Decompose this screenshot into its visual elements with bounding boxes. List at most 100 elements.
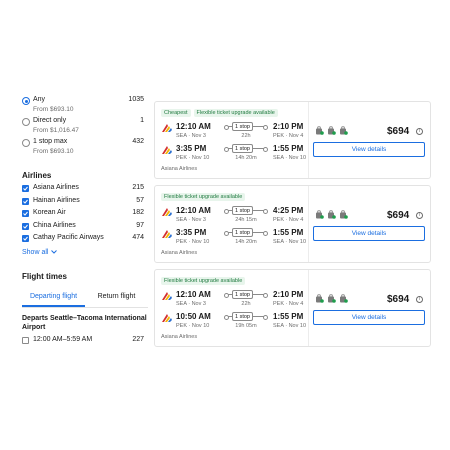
stops-option-count: 432 bbox=[132, 138, 144, 145]
airline-filter-item[interactable]: Cathay Pacific Airways 474 bbox=[22, 234, 148, 247]
baggage-icons bbox=[315, 294, 348, 303]
time-slot-label: 12:00 AM–5:59 AM bbox=[33, 335, 93, 343]
flight-result-card[interactable]: Flexible ticket upgrade available 12:10 A… bbox=[154, 185, 431, 263]
airline-filter-item[interactable]: Asiana Airlines 215 bbox=[22, 184, 148, 197]
flight-duration: 24h 15m bbox=[235, 217, 257, 223]
stops-option-any[interactable]: Any From $693.10 1035 bbox=[22, 96, 148, 117]
stop-count: 1 stop bbox=[232, 312, 253, 321]
time-slot-item[interactable]: 12:00 AM–5:59 AM 227 bbox=[22, 336, 148, 349]
flight-segment: 3:35 PM PEK · Nov 10 1 stop 14h 20m 1:55 PM S… bbox=[161, 228, 307, 248]
airline-filter-count: 57 bbox=[136, 196, 144, 204]
tab-departing-flight[interactable]: Departing flight bbox=[22, 288, 85, 307]
fee-bag-icon bbox=[340, 210, 348, 219]
flight-segment: 12:10 AM SEA · Nov 3 1 stop 24h 15m 4:25 PM P… bbox=[161, 206, 307, 226]
flight-duration: 14h 20m bbox=[235, 155, 257, 161]
departure-time: 10:50 AM bbox=[176, 312, 211, 321]
flight-segment: 3:35 PM PEK · Nov 10 1 stop 14h 20m 1:55 PM S… bbox=[161, 144, 307, 164]
card-divider bbox=[308, 102, 309, 178]
asiana-logo-icon bbox=[162, 146, 172, 154]
cabin-bag-icon bbox=[316, 210, 324, 219]
checked-bag-icon bbox=[328, 126, 336, 135]
airline-name: Asiana Airlines bbox=[161, 250, 198, 256]
departure-time: 12:10 AM bbox=[176, 290, 211, 299]
airline-name: Asiana Airlines bbox=[161, 334, 198, 340]
flight-result-card[interactable]: Cheapest Flexible ticket upgrade availabl… bbox=[154, 101, 431, 179]
stops-option-price: From $1,016.47 bbox=[33, 127, 79, 134]
departure-airport-date: SEA · Nov 3 bbox=[176, 301, 206, 307]
airline-name: Asiana Airlines bbox=[161, 166, 198, 172]
card-divider bbox=[308, 270, 309, 346]
asiana-logo-icon bbox=[162, 314, 172, 322]
stop-count: 1 stop bbox=[232, 206, 253, 215]
checkbox[interactable] bbox=[22, 336, 29, 344]
stops-option-label: 1 stop max bbox=[33, 138, 68, 145]
baggage-icons bbox=[315, 210, 348, 219]
stop-count: 1 stop bbox=[232, 228, 253, 237]
arrival-airport-date: SEA · Nov 10 bbox=[273, 239, 307, 245]
view-details-button[interactable]: View details bbox=[313, 142, 425, 157]
airline-filter-item[interactable]: Hainan Airlines 57 bbox=[22, 197, 148, 210]
chevron-down-icon bbox=[51, 250, 58, 254]
checkbox[interactable] bbox=[22, 210, 29, 217]
baggage-icons bbox=[315, 126, 348, 135]
badge-group: Cheapest Flexible ticket upgrade availabl… bbox=[161, 109, 278, 117]
checkbox[interactable] bbox=[22, 222, 29, 230]
asiana-logo-icon bbox=[162, 230, 172, 238]
stop-count: 1 stop bbox=[232, 122, 253, 131]
stops-option-count: 1 bbox=[140, 117, 144, 124]
flight-times-title: Flight times bbox=[22, 271, 67, 281]
airlines-title: Airlines bbox=[22, 171, 52, 180]
stops-option-label: Direct only bbox=[33, 117, 67, 124]
airline-filter-label: China Airlines bbox=[33, 221, 76, 229]
flight-segment: 12:10 AM SEA · Nov 3 1 stop 22h 2:10 PM PEK ·… bbox=[161, 290, 307, 310]
checkbox[interactable] bbox=[22, 185, 29, 192]
arrival-time: 4:25 PM bbox=[273, 206, 304, 215]
stops-option-1-stop[interactable]: 1 stop max From $693.10 432 bbox=[22, 138, 148, 159]
radio-button[interactable] bbox=[22, 97, 30, 105]
departure-airport-date: SEA · Nov 3 bbox=[176, 133, 206, 139]
show-all-airlines-link[interactable]: Show all bbox=[22, 249, 148, 256]
stops-option-direct[interactable]: Direct only From $1,016.47 1 bbox=[22, 117, 148, 138]
stops-option-label: Any bbox=[33, 96, 46, 103]
info-icon[interactable]: i bbox=[416, 212, 423, 219]
departure-airport-date: PEK · Nov 10 bbox=[176, 323, 210, 329]
stops-option-count: 1035 bbox=[128, 96, 144, 103]
card-divider bbox=[308, 186, 309, 262]
view-details-button[interactable]: View details bbox=[313, 226, 425, 241]
badge-group: Flexible ticket upgrade available bbox=[161, 277, 246, 285]
departure-time: 3:35 PM bbox=[176, 144, 207, 153]
airline-filter-label: Hainan Airlines bbox=[33, 196, 80, 204]
info-icon[interactable]: i bbox=[416, 296, 423, 303]
airline-filter-count: 474 bbox=[132, 234, 144, 241]
stop-count: 1 stop bbox=[232, 290, 253, 299]
departure-airport-date: PEK · Nov 10 bbox=[176, 155, 210, 161]
radio-button[interactable] bbox=[22, 139, 30, 147]
checkbox[interactable] bbox=[22, 235, 29, 242]
result-badge: Cheapest bbox=[161, 109, 191, 117]
asiana-logo-icon bbox=[162, 292, 172, 300]
checkbox[interactable] bbox=[22, 197, 29, 205]
stop-count: 1 stop bbox=[232, 144, 253, 153]
result-badge: Flexible ticket upgrade available bbox=[161, 193, 246, 201]
radio-button[interactable] bbox=[22, 118, 30, 126]
show-all-label: Show all bbox=[22, 248, 49, 256]
airline-filter-item[interactable]: China Airlines 97 bbox=[22, 222, 148, 235]
stops-option-price: From $693.10 bbox=[33, 106, 74, 113]
flight-duration: 22h bbox=[241, 301, 251, 307]
airline-filter-label: Cathay Pacific Airways bbox=[33, 234, 104, 241]
arrival-time: 1:55 PM bbox=[273, 144, 304, 153]
tab-return-flight[interactable]: Return flight bbox=[85, 288, 148, 307]
departure-time: 3:35 PM bbox=[176, 228, 207, 237]
airline-filter-count: 215 bbox=[132, 184, 144, 191]
flight-result-card[interactable]: Flexible ticket upgrade available 12:10 A… bbox=[154, 269, 431, 347]
airline-filter-item[interactable]: Korean Air 182 bbox=[22, 209, 148, 222]
info-icon[interactable]: i bbox=[416, 128, 423, 135]
arrival-time: 2:10 PM bbox=[273, 290, 304, 299]
arrival-airport-date: SEA · Nov 10 bbox=[273, 323, 307, 329]
result-badge: Flexible ticket upgrade available bbox=[193, 109, 278, 117]
price: $694 bbox=[387, 210, 410, 221]
view-details-button[interactable]: View details bbox=[313, 310, 425, 325]
flight-times-tabs: Departing flight Return flight bbox=[22, 288, 148, 308]
price: $694 bbox=[387, 126, 410, 137]
departure-airport-date: PEK · Nov 10 bbox=[176, 239, 210, 245]
